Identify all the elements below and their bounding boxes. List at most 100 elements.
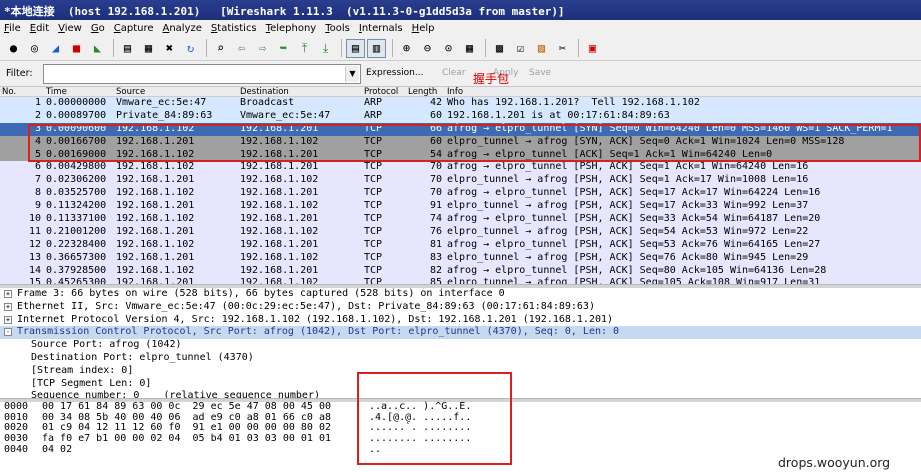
expand-icon[interactable]: + xyxy=(4,315,12,324)
packet-cell-time: 0.00000000 xyxy=(46,97,107,108)
menu-tools[interactable]: Tools xyxy=(325,23,350,34)
packet-row[interactable]: 3 0.00090600 192.168.1.102 192.168.1.201 TCP… xyxy=(0,122,921,136)
menu-analyze[interactable]: Analyze xyxy=(163,23,202,34)
bytes-ascii[interactable]: .. xyxy=(369,444,381,456)
packet-row[interactable]: 1 0.00000000 Vmware_ec:5e:47 Broadcast ARP 42… xyxy=(0,97,921,110)
col-time[interactable]: Time xyxy=(46,87,67,97)
stop-capture-icon[interactable]: ■ xyxy=(67,39,86,58)
packet-row[interactable]: 8 0.03525700 192.168.1.102 192.168.1.201 TCP… xyxy=(0,187,921,201)
packet-row[interactable]: 7 0.02306200 192.168.1.201 192.168.1.102 TCP… xyxy=(0,174,921,188)
help-icon[interactable]: ▣ xyxy=(583,39,602,58)
save-button[interactable]: Save xyxy=(529,68,551,78)
menu-edit[interactable]: Edit xyxy=(30,23,49,34)
menu-internals[interactable]: Internals xyxy=(359,23,403,34)
normal-size-icon[interactable]: ⊙ xyxy=(439,39,458,58)
menu-capture[interactable]: Capture xyxy=(114,23,154,34)
tcp-field[interactable]: [TCP Segment Len: 0] xyxy=(0,378,921,391)
interfaces-icon[interactable]: ● xyxy=(4,39,23,58)
window-title: *本地连接 (host 192.168.1.201) [Wireshark 1.… xyxy=(0,0,921,20)
last-packet-icon[interactable]: ⤓ xyxy=(316,39,335,58)
packet-cell-src: 192.168.1.102 xyxy=(116,161,195,173)
detail-node[interactable]: + Ethernet II, Src: Vmware_ec:5e:47 (00:0… xyxy=(0,301,921,314)
filter-input[interactable]: ▼ xyxy=(43,64,361,84)
display-filters-icon[interactable]: ☑ xyxy=(511,39,530,58)
packet-cell-len: 82 xyxy=(429,264,442,276)
expand-icon[interactable]: + xyxy=(4,302,12,311)
packet-cell-no: 14 xyxy=(28,264,41,276)
menu-file[interactable]: File xyxy=(4,23,21,34)
forward-icon[interactable]: ⇨ xyxy=(253,39,272,58)
packet-cell-src: 192.168.1.102 xyxy=(116,213,195,225)
open-file-icon[interactable]: ▤ xyxy=(118,39,137,58)
packet-cell-info: afrog → elpro_tunnel [SYN] Seq=0 Win=642… xyxy=(447,122,893,134)
bytes-ascii[interactable]: ........ ........ xyxy=(369,433,471,445)
col-protocol[interactable]: Protocol xyxy=(364,87,398,97)
packet-list: No. Time Source Destination Protocol Len… xyxy=(0,87,921,284)
menu-statistics[interactable]: Statistics xyxy=(211,23,257,34)
packet-row[interactable]: 12 0.22328400 192.168.1.102 192.168.1.201 TC… xyxy=(0,238,921,252)
col-no[interactable]: No. xyxy=(2,87,16,97)
find-icon[interactable]: ⌕ xyxy=(211,39,230,58)
bytes-line: 0030 fa f0 e7 b1 00 00 02 04 05 b4 01 03 … xyxy=(0,433,921,445)
collapse-icon[interactable]: - xyxy=(4,328,12,337)
back-icon[interactable]: ⇦ xyxy=(232,39,251,58)
tcp-field[interactable]: Source Port: afrog (1042) xyxy=(0,339,921,352)
detail-node[interactable]: - Transmission Control Protocol, Src Port… xyxy=(0,326,921,340)
close-file-icon[interactable]: ✖ xyxy=(160,39,179,58)
packet-row[interactable]: 6 0.00429800 192.168.1.102 192.168.1.201 TCP… xyxy=(0,161,921,175)
bytes-hex[interactable]: fa f0 e7 b1 00 00 02 04 05 b4 01 03 03 0… xyxy=(42,433,331,445)
goto-icon[interactable]: ➥ xyxy=(274,39,293,58)
packet-row[interactable]: 14 0.37928500 192.168.1.102 192.168.1.201 TC… xyxy=(0,264,921,278)
options-icon[interactable]: ◎ xyxy=(25,39,44,58)
save-file-icon[interactable]: ▦ xyxy=(139,39,158,58)
packet-row[interactable]: 2 0.00089700 Private_84:89:63 Vmware_ec:5e:… xyxy=(0,109,921,123)
col-destination[interactable]: Destination xyxy=(240,87,289,97)
menu-view[interactable]: View xyxy=(58,23,82,34)
packet-row[interactable]: 10 0.11337100 192.168.1.102 192.168.1.201 TC… xyxy=(0,213,921,226)
reload-icon[interactable]: ↻ xyxy=(181,39,200,58)
detail-node[interactable]: + Frame 3: 66 bytes on wire (528 bits), 6… xyxy=(0,288,921,301)
zoom-in-icon[interactable]: ⊕ xyxy=(397,39,416,58)
detail-node[interactable]: + Internet Protocol Version 4, Src: 192.1… xyxy=(0,314,921,327)
menu-go[interactable]: Go xyxy=(91,23,105,34)
preferences-icon[interactable]: ✂ xyxy=(553,39,572,58)
filter-dropdown-icon[interactable]: ▼ xyxy=(345,66,359,82)
packet-row[interactable]: 4 0.00166700 192.168.1.201 192.168.1.102 TCP… xyxy=(0,135,921,149)
capture-filters-icon[interactable]: ▩ xyxy=(490,39,509,58)
packet-row[interactable]: 9 0.11324200 192.168.1.201 192.168.1.102 TCP… xyxy=(0,200,921,214)
packet-cell-no: 5 xyxy=(34,148,41,160)
packet-cell-proto: TCP xyxy=(364,238,383,250)
colorize-icon[interactable]: ▤ xyxy=(346,38,365,58)
restart-capture-icon[interactable]: ◣ xyxy=(88,39,107,58)
tcp-field[interactable]: Destination Port: elpro_tunnel (4370) xyxy=(0,352,921,365)
menu-telephony[interactable]: Telephony xyxy=(266,23,317,34)
main-toolbar: ● ◎ ◢ ■ ◣ ▤ ▦ ✖ ↻ ⌕ ⇦ ⇨ ➥ ⤒ ⤓ ▤ ▥ ⊕ ⊖ ⊙ … xyxy=(0,36,921,61)
autoscroll-icon[interactable]: ▥ xyxy=(367,38,386,58)
packet-cell-dst: 192.168.1.201 xyxy=(240,161,319,173)
packet-cell-no: 6 xyxy=(34,161,41,173)
packet-row[interactable]: 11 0.21001200 192.168.1.201 192.168.1.102 TC… xyxy=(0,225,921,239)
packet-cell-src: 192.168.1.201 xyxy=(116,251,195,263)
start-capture-icon[interactable]: ◢ xyxy=(46,39,65,58)
tcp-field[interactable]: Sequence number: 0 (relative sequence nu… xyxy=(0,390,921,398)
zoom-out-icon[interactable]: ⊖ xyxy=(418,39,437,58)
col-length[interactable]: Length xyxy=(408,87,437,97)
packet-cell-no: 10 xyxy=(28,213,41,225)
tcp-field[interactable]: [Stream index: 0] xyxy=(0,365,921,378)
clear-button[interactable]: Clear xyxy=(442,68,466,78)
packet-row[interactable]: 5 0.00169000 192.168.1.102 192.168.1.201 TCP… xyxy=(0,148,921,162)
col-info[interactable]: Info xyxy=(447,87,463,97)
menu-help[interactable]: Help xyxy=(412,23,435,34)
bytes-hex[interactable]: 04 02 xyxy=(42,444,72,456)
packet-cell-no: 2 xyxy=(34,109,41,121)
expression-button[interactable]: Expression... xyxy=(366,68,423,78)
expand-icon[interactable]: + xyxy=(4,290,12,298)
packet-cell-src: 192.168.1.201 xyxy=(116,225,195,237)
coloring-rules-icon[interactable]: ▨ xyxy=(532,39,551,58)
packet-cell-time: 0.02306200 xyxy=(46,174,107,186)
packet-cell-len: 60 xyxy=(429,135,442,147)
resize-columns-icon[interactable]: ▦ xyxy=(460,39,479,58)
packet-row[interactable]: 13 0.36657300 192.168.1.201 192.168.1.102 TC… xyxy=(0,251,921,265)
col-source[interactable]: Source xyxy=(116,87,145,97)
first-packet-icon[interactable]: ⤒ xyxy=(295,39,314,58)
